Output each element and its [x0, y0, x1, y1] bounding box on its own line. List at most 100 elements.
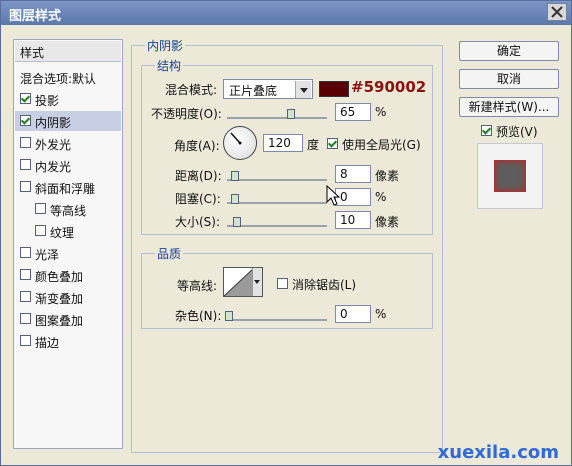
antialias-label: 消除锯齿(L) — [292, 278, 357, 292]
inner-glow-checkbox[interactable] — [20, 159, 31, 170]
layer-style-dialog: 图层样式 样式 混合选项:默认 投影 内阴影 外发光 内发光 斜面和浮雕 等高线… — [0, 0, 572, 466]
styles-list-header[interactable]: 样式 — [15, 41, 121, 62]
distance-input[interactable]: 8 — [335, 165, 371, 183]
satin-checkbox[interactable] — [20, 247, 31, 258]
distance-slider[interactable] — [227, 171, 327, 184]
close-icon — [551, 6, 563, 18]
list-item-label: 图案叠加 — [35, 314, 84, 328]
mouse-cursor-icon — [326, 185, 341, 206]
new-style-button[interactable]: 新建样式(W)... — [459, 97, 559, 117]
ok-button[interactable]: 确定 — [459, 41, 559, 61]
noise-unit: % — [375, 307, 387, 321]
angle-indicator-icon — [230, 132, 242, 145]
slider-track — [227, 225, 327, 227]
contour-label: 等高线: — [177, 279, 218, 293]
texture-checkbox[interactable] — [35, 225, 46, 236]
list-item-label: 外发光 — [35, 138, 72, 152]
list-item-label: 等高线 — [50, 204, 87, 218]
stroke-checkbox[interactable] — [20, 335, 31, 346]
list-item-inner-shadow[interactable]: 内阴影 — [15, 111, 121, 131]
choke-slider[interactable] — [227, 194, 327, 207]
list-item-label: 斜面和浮雕 — [35, 182, 96, 196]
styles-header-label: 样式 — [20, 46, 45, 60]
structure-title: 结构 — [155, 57, 184, 74]
size-label: 大小(S): — [175, 215, 221, 229]
contour-icon — [224, 268, 254, 296]
list-item-inner-glow[interactable]: 内发光 — [15, 155, 121, 175]
color-overlay-checkbox[interactable] — [20, 269, 31, 280]
size-value: 10 — [340, 213, 356, 227]
list-item-label: 描边 — [35, 336, 60, 350]
cancel-button[interactable]: 取消 — [459, 69, 559, 89]
list-item-pattern-overlay[interactable]: 图案叠加 — [15, 309, 121, 329]
distance-unit: 像素 — [375, 169, 400, 183]
slider-thumb[interactable] — [233, 217, 241, 227]
noise-input[interactable]: 0 — [335, 305, 371, 323]
slider-thumb[interactable] — [231, 194, 239, 204]
close-button[interactable] — [547, 3, 567, 21]
inner-shadow-title: 内阴影 — [145, 37, 186, 54]
opacity-unit: % — [375, 105, 387, 119]
title-bar: 图层样式 — [1, 1, 571, 25]
preview-checkbox[interactable] — [481, 125, 492, 136]
quality-title: 品质 — [155, 245, 184, 262]
list-item-stroke[interactable]: 描边 — [15, 331, 121, 351]
size-slider[interactable] — [227, 217, 327, 230]
choke-label: 阻塞(C): — [175, 192, 221, 206]
inner-shadow-checkbox[interactable] — [20, 115, 31, 126]
list-item-label: 渐变叠加 — [35, 292, 84, 306]
noise-slider[interactable] — [225, 311, 327, 324]
slider-track — [227, 117, 327, 119]
angle-value: 120 — [268, 136, 291, 150]
drop-shadow-checkbox[interactable] — [20, 93, 31, 104]
shadow-color-swatch[interactable] — [319, 81, 349, 97]
list-item-outer-glow[interactable]: 外发光 — [15, 133, 121, 153]
contour-checkbox[interactable] — [35, 203, 46, 214]
chevron-down-icon — [295, 81, 311, 98]
list-item-label: 纹理 — [50, 226, 75, 240]
slider-track — [227, 179, 327, 181]
blend-mode-select[interactable]: 正片叠底 — [223, 79, 313, 99]
shadow-color-hex: #590002 — [351, 78, 427, 96]
size-unit: 像素 — [375, 215, 400, 229]
list-item-label: 颜色叠加 — [35, 270, 84, 284]
antialias-checkbox[interactable] — [277, 278, 288, 289]
list-item-label: 内发光 — [35, 160, 72, 174]
slider-thumb[interactable] — [287, 109, 295, 119]
pattern-overlay-checkbox[interactable] — [20, 313, 31, 324]
preview-thumbnail — [494, 160, 526, 192]
slider-thumb[interactable] — [231, 171, 239, 181]
opacity-slider[interactable] — [227, 109, 327, 122]
gradient-overlay-checkbox[interactable] — [20, 291, 31, 302]
contour-picker[interactable] — [223, 267, 263, 297]
list-item-label: 内阴影 — [35, 116, 72, 130]
list-item-drop-shadow[interactable]: 投影 — [15, 89, 121, 109]
window-title: 图层样式 — [9, 9, 62, 24]
slider-thumb[interactable] — [225, 311, 233, 321]
list-item-label: 投影 — [35, 94, 60, 108]
size-input[interactable]: 10 — [335, 211, 371, 229]
bevel-emboss-checkbox[interactable] — [20, 181, 31, 192]
global-light-checkbox[interactable] — [327, 138, 338, 149]
list-item-color-overlay[interactable]: 颜色叠加 — [15, 265, 121, 285]
list-item-contour[interactable]: 等高线 — [15, 199, 121, 219]
list-item-texture[interactable]: 纹理 — [15, 221, 121, 241]
global-light-label: 使用全局光(G) — [342, 138, 421, 152]
opacity-input[interactable]: 65 — [335, 103, 371, 121]
opacity-label: 不透明度(O): — [151, 107, 222, 121]
noise-value: 0 — [340, 307, 348, 321]
list-item-bevel-emboss[interactable]: 斜面和浮雕 — [15, 177, 121, 197]
angle-input[interactable]: 120 — [263, 134, 303, 152]
list-item-label: 光泽 — [35, 248, 60, 262]
angle-label: 角度(A): — [174, 139, 220, 153]
list-item-satin[interactable]: 光泽 — [15, 243, 121, 263]
blending-options-item[interactable]: 混合选项:默认 — [15, 67, 121, 87]
preview-label: 预览(V) — [496, 125, 538, 139]
outer-glow-checkbox[interactable] — [20, 137, 31, 148]
angle-dial[interactable] — [223, 126, 257, 160]
slider-track — [227, 202, 327, 204]
blend-mode-label: 混合模式: — [165, 83, 218, 97]
styles-list: 样式 混合选项:默认 投影 内阴影 外发光 内发光 斜面和浮雕 等高线 纹理 光… — [13, 39, 123, 449]
list-item-gradient-overlay[interactable]: 渐变叠加 — [15, 287, 121, 307]
list-item-label: 混合选项:默认 — [20, 72, 97, 86]
